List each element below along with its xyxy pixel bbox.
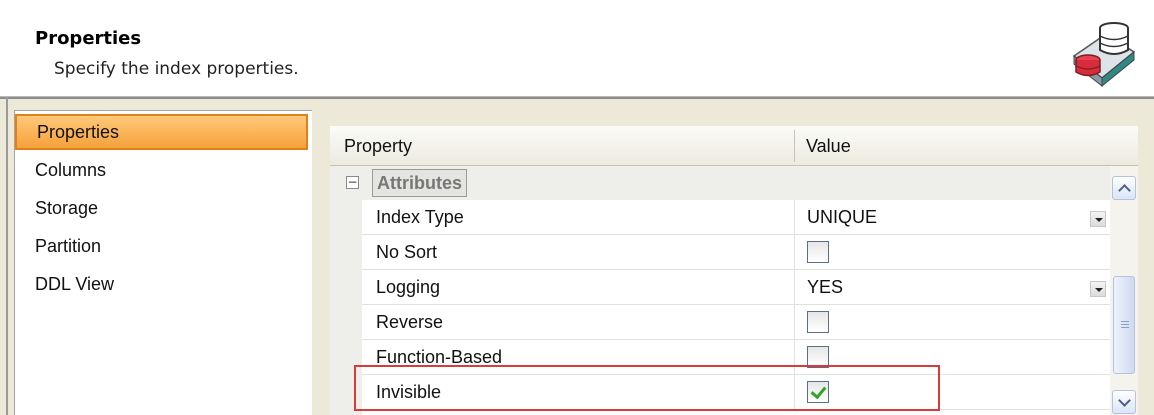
scroll-up-icon[interactable] xyxy=(1112,176,1136,200)
row-divider xyxy=(794,305,795,340)
row-divider xyxy=(794,235,795,270)
no-sort-checkbox[interactable] xyxy=(807,241,829,263)
logging-value[interactable]: YES xyxy=(807,270,843,305)
value-column-header[interactable]: Value xyxy=(806,126,851,166)
database-index-icon xyxy=(1072,22,1136,88)
page-subtitle: Specify the index properties. xyxy=(54,59,299,79)
nav-item-ddl-view[interactable]: DDL View xyxy=(15,266,308,302)
highlight-annotation xyxy=(354,365,940,411)
grip-line xyxy=(1121,321,1129,322)
collapse-icon[interactable]: − xyxy=(346,176,359,189)
row-divider xyxy=(794,270,795,305)
chevron-down-icon[interactable] xyxy=(1090,211,1106,227)
index-type-value[interactable]: UNIQUE xyxy=(807,200,877,235)
grid-header: Property Value xyxy=(330,126,1138,166)
nav-item-storage[interactable]: Storage xyxy=(15,190,308,226)
reverse-checkbox[interactable] xyxy=(807,311,829,333)
page-title: Properties xyxy=(35,28,142,49)
grip-line xyxy=(1121,324,1129,325)
grip-line xyxy=(1121,327,1129,328)
property-row-no-sort[interactable]: No Sort xyxy=(362,235,1110,270)
property-row-logging[interactable]: Logging YES xyxy=(362,270,1110,305)
nav-list: Properties Columns Storage Partition DDL… xyxy=(14,110,312,415)
property-row-index-type[interactable]: Index Type UNIQUE xyxy=(362,200,1110,235)
row-divider xyxy=(794,200,795,235)
property-name: Logging xyxy=(376,277,441,297)
scroll-down-icon[interactable] xyxy=(1112,390,1136,414)
property-name: Index Type xyxy=(376,207,464,227)
frame-edge xyxy=(6,97,8,415)
nav-item-properties[interactable]: Properties xyxy=(15,114,308,150)
property-name: No Sort xyxy=(376,242,438,262)
property-column-header[interactable]: Property xyxy=(344,126,412,166)
vertical-scrollbar[interactable] xyxy=(1110,166,1138,415)
nav-item-partition[interactable]: Partition xyxy=(15,228,308,264)
column-divider[interactable] xyxy=(794,130,795,162)
nav-item-columns[interactable]: Columns xyxy=(15,152,308,188)
property-row-reverse[interactable]: Reverse xyxy=(362,305,1110,340)
property-name: Reverse xyxy=(376,312,444,332)
scrollbar-thumb[interactable] xyxy=(1113,276,1135,374)
category-label[interactable]: Attributes xyxy=(372,169,467,197)
wizard-header: Properties Specify the index properties. xyxy=(0,0,1154,97)
chevron-down-icon[interactable] xyxy=(1090,281,1106,297)
category-row-attributes: − Attributes xyxy=(330,166,1110,200)
